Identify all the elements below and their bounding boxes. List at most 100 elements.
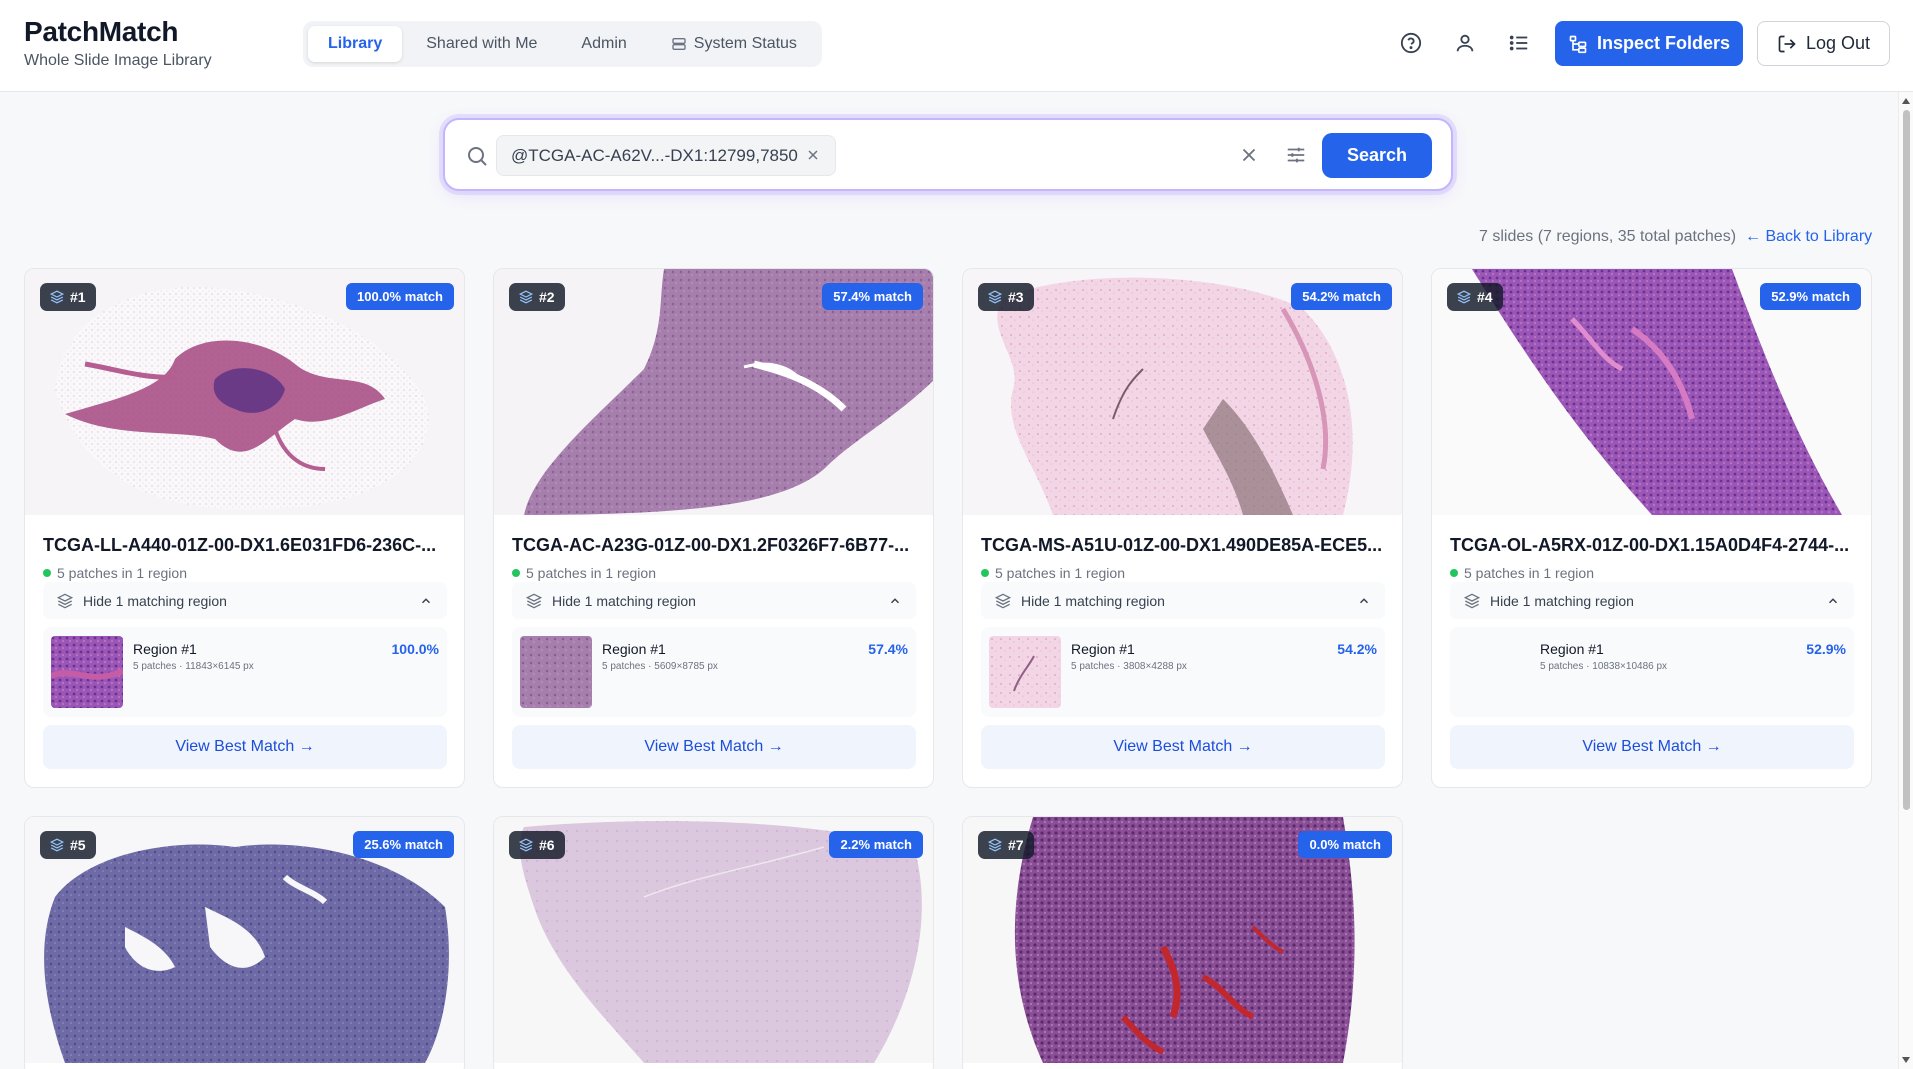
match-badge: 52.9% match — [1760, 283, 1861, 310]
match-badge: 2.2% match — [829, 831, 923, 858]
result-card[interactable]: #2 57.4% match TCGA-AC-A23G-01Z-00-DX1.2… — [493, 268, 934, 788]
status-dot — [981, 569, 989, 577]
search-button[interactable]: Search — [1322, 133, 1432, 178]
logout-icon — [1778, 35, 1796, 52]
result-card[interactable]: #4 52.9% match TCGA-OL-A5RX-01Z-00-DX1.1… — [1431, 268, 1872, 788]
inspect-folders-button[interactable]: Inspect Folders — [1555, 21, 1743, 66]
clear-search-icon[interactable] — [1238, 144, 1260, 166]
list-icon — [1509, 35, 1528, 51]
patch-count-text: 5 patches in 1 region — [526, 565, 656, 581]
region-title: Region #1 — [602, 641, 666, 657]
match-badge: 100.0% match — [346, 283, 454, 310]
slide-thumbnail: #5 25.6% match — [25, 817, 464, 1063]
status-dot — [43, 569, 51, 577]
query-chip-text: @TCGA-AC-A62V...-DX1:12799,7850 — [511, 145, 798, 165]
region-score: 54.2% — [1337, 641, 1377, 657]
profile-button[interactable] — [1449, 27, 1481, 59]
patch-count-text: 5 patches in 1 region — [1464, 565, 1594, 581]
toggle-regions[interactable]: Hide 1 matching region — [981, 582, 1385, 619]
result-card[interactable]: #1 100.0% match TCGA-LL-A440-01Z-00-DX1.… — [24, 268, 465, 788]
view-best-match-button[interactable]: View Best Match → — [512, 725, 916, 769]
help-circle-icon — [1400, 32, 1422, 54]
slide-thumbnail: #4 52.9% match — [1432, 269, 1871, 515]
app-subtitle: Whole Slide Image Library — [24, 52, 212, 69]
slide-name[interactable]: TCGA-OL-A5RX-01Z-00-DX1.15A0D4F4-2744-..… — [1450, 535, 1860, 556]
patch-count: 5 patches in 1 region — [43, 565, 187, 581]
slide-thumbnail: #3 54.2% match — [963, 269, 1402, 515]
page-scrollbar[interactable] — [1898, 92, 1913, 1069]
region-thumbnail — [51, 636, 123, 708]
server-icon — [672, 38, 686, 50]
toggle-regions[interactable]: Hide 1 matching region — [43, 582, 447, 619]
toggle-regions[interactable]: Hide 1 matching region — [512, 582, 916, 619]
result-card[interactable]: #6 2.2% match — [493, 816, 934, 1069]
nav-tabs: Library Shared with Me Admin System Stat… — [303, 21, 822, 67]
match-badge: 57.4% match — [822, 283, 923, 310]
region-title: Region #1 — [1540, 641, 1604, 657]
toggle-regions[interactable]: Hide 1 matching region — [1450, 582, 1854, 619]
match-badge: 54.2% match — [1291, 283, 1392, 310]
region-item[interactable]: Region #1 5 patches · 10838×10486 px 52.… — [1450, 627, 1854, 717]
rank-badge: #5 — [40, 831, 96, 859]
result-card[interactable]: #5 25.6% match — [24, 816, 465, 1069]
tab-shared-with-me[interactable]: Shared with Me — [406, 26, 557, 62]
view-best-match-button[interactable]: View Best Match → — [981, 725, 1385, 769]
patch-count-text: 5 patches in 1 region — [57, 565, 187, 581]
region-details: 5 patches · 10838×10486 px — [1540, 661, 1668, 672]
tab-admin[interactable]: Admin — [561, 26, 646, 62]
rank-label: #4 — [1477, 289, 1493, 305]
layers-icon — [50, 838, 64, 852]
query-chip[interactable]: @TCGA-AC-A62V...-DX1:12799,7850 — [496, 135, 836, 176]
slide-name[interactable]: TCGA-MS-A51U-01Z-00-DX1.490DE85A-ECE5... — [981, 535, 1391, 556]
layers-icon — [526, 593, 542, 608]
logout-label: Log Out — [1805, 33, 1871, 53]
patch-count: 5 patches in 1 region — [981, 565, 1125, 581]
scroll-down-arrow[interactable] — [1902, 1057, 1910, 1063]
rank-badge: #3 — [978, 283, 1034, 311]
logout-button[interactable]: Log Out — [1757, 21, 1890, 66]
header-icon-group — [1395, 27, 1535, 59]
toggle-label: Hide 1 matching region — [1490, 592, 1634, 609]
search-icon — [468, 147, 487, 166]
region-item[interactable]: Region #1 5 patches · 11843×6145 px 100.… — [43, 627, 447, 717]
rank-badge: #7 — [978, 831, 1034, 859]
results-summary: 7 slides (7 regions, 35 total patches) — [1479, 228, 1737, 245]
app-header: PatchMatch Whole Slide Image Library Lib… — [0, 0, 1913, 92]
region-item[interactable]: Region #1 5 patches · 5609×8785 px 57.4% — [512, 627, 916, 717]
help-button[interactable] — [1395, 27, 1427, 59]
region-score: 100.0% — [391, 641, 439, 657]
result-card[interactable]: #3 54.2% match TCGA-MS-A51U-01Z-00-DX1.4… — [962, 268, 1403, 788]
layers-icon — [995, 593, 1011, 608]
region-score: 57.4% — [868, 641, 908, 657]
match-badge: 25.6% match — [353, 831, 454, 858]
filter-sliders-icon[interactable] — [1285, 144, 1307, 166]
layers-icon — [988, 290, 1002, 304]
view-best-match-button[interactable]: View Best Match → — [1450, 725, 1854, 769]
region-thumbnail — [520, 636, 592, 708]
folder-tree-icon — [1569, 35, 1587, 53]
rank-label: #1 — [70, 289, 86, 305]
region-details: 5 patches · 3808×4288 px — [1071, 661, 1187, 672]
view-best-match-button[interactable]: View Best Match → — [43, 725, 447, 769]
region-thumbnail — [989, 636, 1061, 708]
search-bar: @TCGA-AC-A62V...-DX1:12799,7850 Search — [443, 118, 1453, 191]
slide-name[interactable]: TCGA-AC-A23G-01Z-00-DX1.2F0326F7-6B77-..… — [512, 535, 922, 556]
patch-count: 5 patches in 1 region — [512, 565, 656, 581]
tab-library[interactable]: Library — [308, 26, 403, 62]
scroll-thumb[interactable] — [1903, 110, 1910, 810]
slide-name[interactable]: TCGA-LL-A440-01Z-00-DX1.6E031FD6-236C-..… — [43, 535, 453, 556]
layers-icon — [988, 838, 1002, 852]
list-button[interactable] — [1503, 27, 1535, 59]
result-card[interactable]: #7 0.0% match — [962, 816, 1403, 1069]
remove-chip-icon[interactable] — [805, 147, 821, 163]
back-to-library-link[interactable]: ← Back to Library — [1745, 228, 1872, 246]
chevron-up-icon — [421, 598, 431, 604]
scroll-up-arrow[interactable] — [1902, 98, 1910, 104]
brand: PatchMatch Whole Slide Image Library — [24, 16, 212, 70]
tab-system-status[interactable]: System Status — [651, 26, 817, 62]
region-item[interactable]: Region #1 5 patches · 3808×4288 px 54.2% — [981, 627, 1385, 717]
app-title: PatchMatch — [24, 16, 179, 47]
region-details: 5 patches · 11843×6145 px — [133, 661, 254, 672]
rank-badge: #2 — [509, 283, 565, 311]
patch-count: 5 patches in 1 region — [1450, 565, 1594, 581]
